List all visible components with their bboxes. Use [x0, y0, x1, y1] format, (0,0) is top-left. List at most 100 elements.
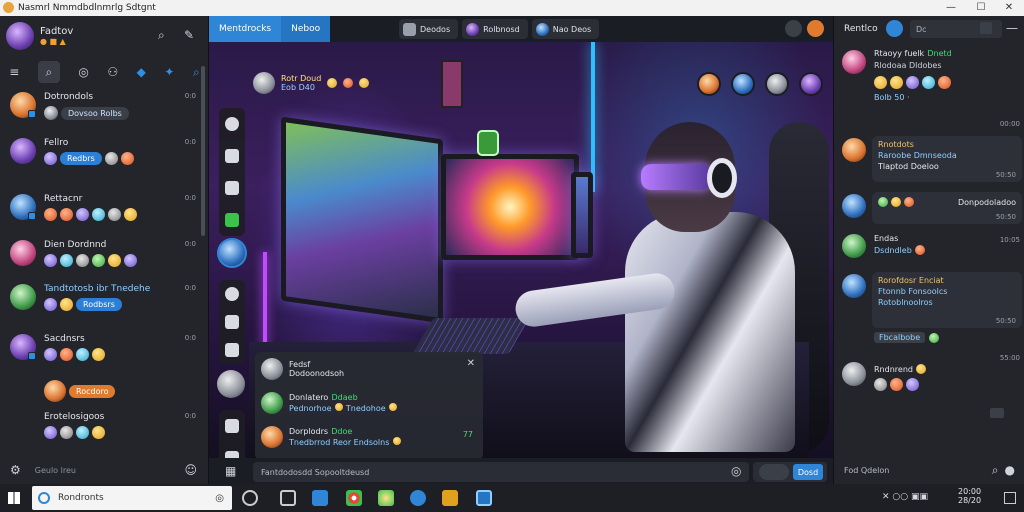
chat-input[interactable]: Fod Qdelon	[844, 466, 992, 475]
compose-icon[interactable]: ✎	[184, 28, 194, 42]
browser-icon[interactable]	[378, 490, 394, 506]
maximize-button[interactable]: ☐	[966, 0, 996, 16]
emoji-icon	[60, 254, 73, 267]
search-icon[interactable]: ⌕	[158, 28, 165, 43]
emoji-icon	[44, 208, 57, 221]
attach-icon[interactable]: ◎	[731, 464, 741, 478]
conversation-name: Tandtotosb ibr Tnedehe	[44, 284, 151, 294]
globe-icon[interactable]: ◎	[78, 65, 88, 79]
viewer-avatar[interactable]	[697, 72, 721, 96]
bookmark-icon[interactable]	[225, 181, 239, 195]
send-button[interactable]: Dosd	[793, 464, 823, 480]
chat-message[interactable]: Donpodoladoo 50:50	[840, 192, 1022, 228]
grid-icon[interactable]: ▦	[225, 464, 236, 478]
emoji-icon	[76, 348, 89, 361]
camera-icon[interactable]	[225, 315, 239, 329]
floating-badge[interactable]	[477, 130, 499, 156]
mail-icon[interactable]	[225, 213, 239, 227]
mic-icon[interactable]: ◎	[215, 493, 224, 504]
screen-icon[interactable]	[225, 419, 239, 433]
mic-icon[interactable]: ●	[1005, 463, 1015, 477]
main-stream-area: Mentdrocks Neboo Deodos Rolbnosd Nao Deo…	[209, 16, 833, 484]
active-speaker-avatar[interactable]	[217, 238, 247, 268]
taskbar-search[interactable]: Rondronts ◎	[32, 486, 232, 510]
info-icon[interactable]	[225, 117, 239, 131]
emoji-icon	[44, 254, 57, 267]
task-view-icon[interactable]	[242, 490, 258, 506]
explorer-icon[interactable]	[280, 490, 296, 506]
people-icon[interactable]: ⚇	[107, 65, 118, 79]
tray-icons[interactable]: ✕ ○○ ▣▣	[882, 492, 928, 502]
status-input[interactable]: Geulo lreu	[35, 466, 185, 475]
more-icon[interactable]	[990, 408, 1004, 418]
filter-icon[interactable]	[980, 22, 992, 34]
notification-icon[interactable]	[807, 20, 824, 37]
viewer-avatar[interactable]	[765, 72, 789, 96]
mic-icon[interactable]	[225, 287, 239, 301]
settings-icon[interactable]	[785, 20, 802, 37]
search-icon[interactable]: ⌕	[992, 463, 999, 478]
store-icon[interactable]	[312, 490, 328, 506]
send-icon[interactable]	[886, 20, 903, 37]
layers-icon[interactable]	[225, 149, 239, 163]
minimize-icon[interactable]: —	[1006, 21, 1018, 35]
edge-icon[interactable]	[410, 490, 426, 506]
emoji-picker-icon[interactable]: ☺	[184, 463, 197, 477]
scrollbar[interactable]	[201, 66, 205, 236]
tab-primary[interactable]: Mentdrocks	[209, 16, 282, 42]
find-icon[interactable]: ⌕	[193, 65, 200, 80]
pill-channel[interactable]: Deodos	[399, 19, 459, 39]
close-icon[interactable]: ✕	[467, 358, 475, 369]
pill-channel[interactable]: Nao Deos	[531, 19, 600, 39]
emoji-icon	[108, 254, 121, 267]
message-preview: Rodbsrs	[76, 298, 122, 311]
tab-secondary[interactable]: Neboo	[281, 16, 331, 42]
gamepad-icon[interactable]: ✦	[164, 65, 174, 79]
streamer-avatar[interactable]	[253, 72, 275, 94]
chrome-icon[interactable]	[346, 490, 362, 506]
gear-icon[interactable]: ⚙	[10, 463, 21, 477]
stream-toolbar-3	[219, 410, 245, 458]
avatar	[842, 234, 866, 258]
doc-icon	[403, 22, 416, 36]
close-button[interactable]: ✕	[994, 0, 1024, 16]
minimize-button[interactable]: —	[936, 0, 966, 16]
clock[interactable]: 20:00 28/20	[958, 487, 981, 505]
user-status: ● ■ ▲	[40, 37, 66, 46]
avatar	[842, 362, 866, 386]
pill-channel[interactable]: Rolbnosd	[462, 19, 528, 39]
right-header: Rentlco Dc —	[834, 16, 1024, 42]
streamer-header: Rotr Doud Eob D40	[253, 72, 370, 94]
streamer-name: Rotr Doud	[281, 74, 322, 83]
pen-icon[interactable]	[225, 343, 239, 357]
viewer-avatar[interactable]	[731, 72, 755, 96]
chat-message[interactable]: Rnotdots Raroobe Dmnseoda Tlaptod Doeloo…	[840, 136, 1022, 184]
popup-message[interactable]: Donlatero Ddaeb Pednorhoe Tnedohoe	[261, 392, 397, 414]
chat-popup: Fedsf Dodoonodsoh ✕ Donlatero Ddaeb Pedno…	[255, 352, 483, 460]
emoji-icon	[44, 426, 57, 439]
chat-message[interactable]: Endas Dsdndleb 10:05	[840, 232, 1020, 268]
toggle-switch[interactable]	[759, 464, 789, 480]
user-avatar[interactable]	[6, 22, 34, 50]
user-avatar-small[interactable]	[217, 370, 245, 398]
chat-app-icon[interactable]	[476, 490, 492, 506]
shield-icon[interactable]: ◆	[137, 65, 146, 79]
notification-center-icon[interactable]	[1004, 492, 1016, 504]
menu-icon[interactable]: ≡	[9, 65, 19, 79]
windows-start-icon[interactable]	[8, 492, 20, 504]
message-composer[interactable]: Fantdodosdd Sopooltdeusd	[253, 462, 749, 482]
popup-message[interactable]: Dorplodrs Ddoe Tnedbrrod Reor Endsolns	[261, 426, 401, 448]
right-chat-panel: Rentlco Dc — Rtaoyy fuelk Dnetd Rlodoaa …	[833, 16, 1024, 484]
avatar	[842, 274, 866, 298]
viewer-avatar[interactable]	[799, 72, 823, 96]
avatar	[842, 194, 866, 218]
streamer-sub: Eob D40	[281, 83, 315, 92]
search-filter-icon[interactable]: ⌕	[37, 61, 60, 83]
left-sidebar: Fadtov ● ■ ▲ ⌕ ✎ ≡ ⌕ ◎ ⚇ ◆ ✦ ⌕ Dotrondol…	[0, 16, 209, 484]
chat-message[interactable]: Rndnrend 55:00	[840, 354, 1020, 400]
mail-icon[interactable]	[442, 490, 458, 506]
chat-message[interactable]: Rtaoyy fuelk Dnetd Rlodoaa Dldobes Bolb …	[840, 48, 1020, 138]
chat-message[interactable]: Rorofdosr Enciat Ftonnb Fonsoolcs Rotobl…	[840, 272, 1022, 350]
heart-icon[interactable]	[225, 451, 239, 458]
emoji-icon	[92, 254, 105, 267]
